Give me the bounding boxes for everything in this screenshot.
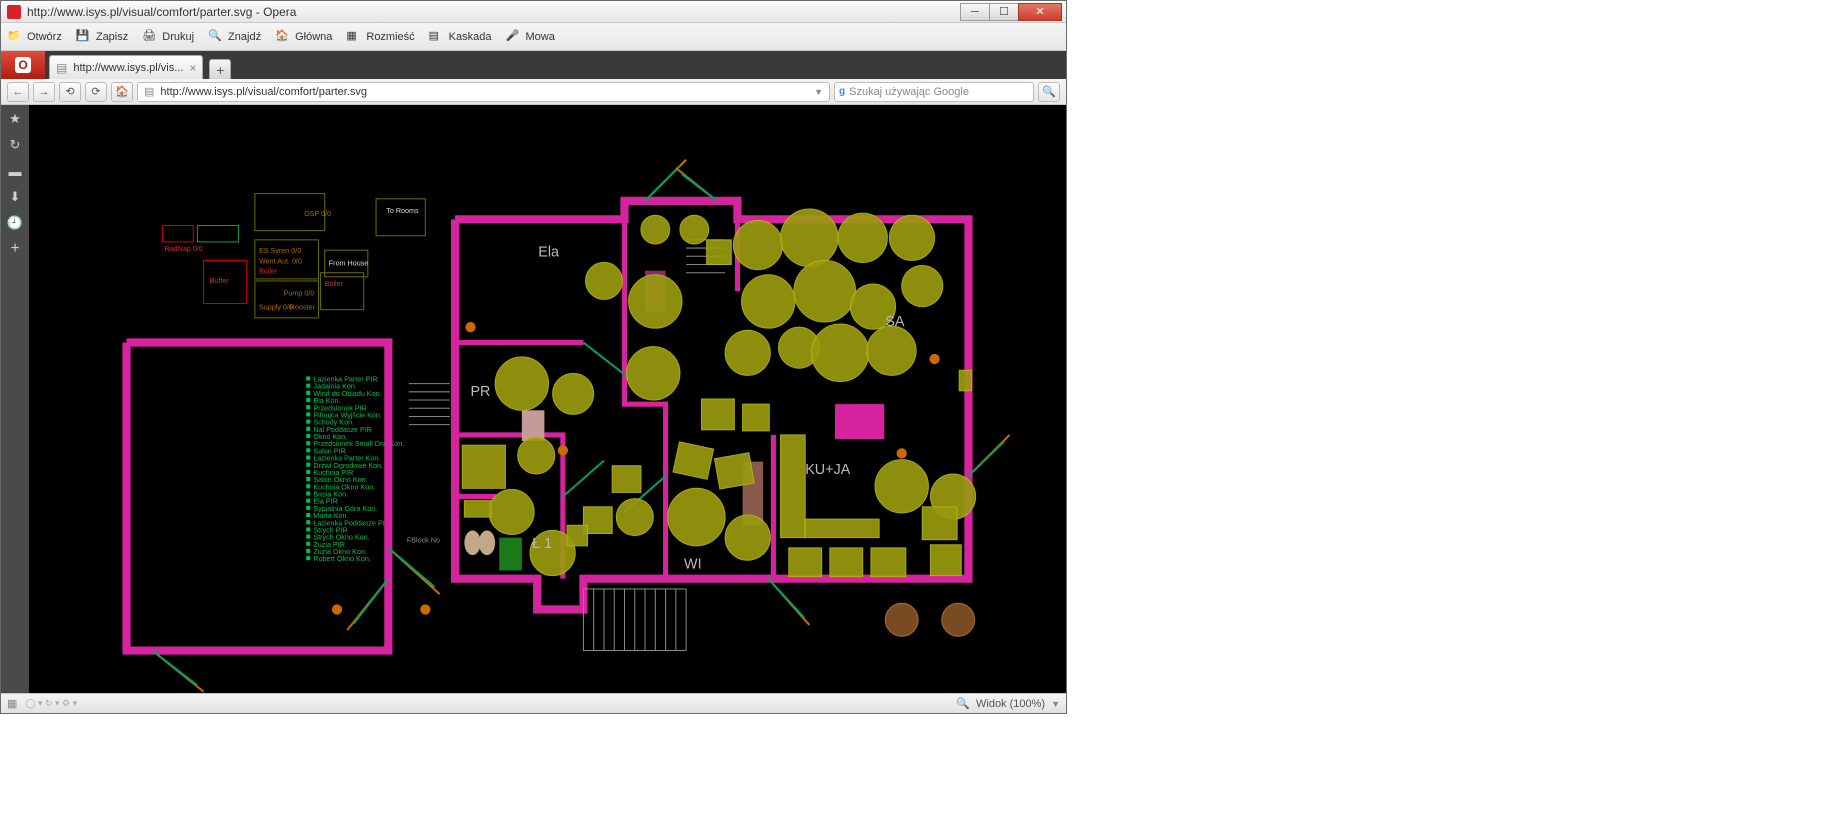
home-nav-button[interactable]: 🏠	[111, 82, 133, 102]
supply-label: Supply 0/0	[259, 304, 293, 312]
url-text: http://www.isys.pl/visual/comfort/parter…	[160, 86, 367, 98]
tile-icon: ▦	[346, 29, 362, 45]
bookmarks-panel-icon[interactable]: ★	[7, 111, 23, 127]
opera-logo-icon: O	[15, 57, 31, 73]
zoom-icon[interactable]: 🔍	[956, 697, 970, 710]
voice-button[interactable]: 🎤 Mowa	[505, 29, 554, 45]
window-maximize-button[interactable]: ☐	[989, 3, 1019, 21]
notes-panel-icon[interactable]: ▬	[7, 163, 23, 179]
main-toolbar: 📁 Otwórz 💾 Zapisz 🖨 Drukuj 🔍 Znajdź 🏠 Gł…	[1, 23, 1066, 51]
tab-title: http://www.isys.pl/vis...	[73, 62, 183, 74]
search-go-button[interactable]: 🔍	[1038, 82, 1060, 102]
home-button[interactable]: 🏠 Główna	[275, 29, 332, 45]
rooster-label: Rooster	[290, 304, 316, 312]
url-dropdown-icon[interactable]: ▼	[814, 87, 823, 97]
room-label-wi: WI	[684, 556, 702, 572]
forward-button[interactable]: →	[33, 82, 55, 102]
find-button[interactable]: 🔍 Znajdź	[208, 29, 261, 45]
downloads-panel-icon[interactable]: ⬇	[7, 189, 23, 205]
print-button[interactable]: 🖨 Drukuj	[142, 29, 194, 45]
add-panel-icon[interactable]: +	[7, 241, 23, 257]
opera-window: http://www.isys.pl/visual/comfort/parter…	[0, 0, 1067, 714]
save-button[interactable]: 💾 Zapisz	[76, 29, 128, 45]
radnap-label: RadNap 0/0	[165, 245, 203, 253]
room-label-l1: Ł 1	[532, 536, 552, 552]
boiler2-label: Boiler	[325, 280, 344, 288]
floor-plan-svg: OSP 0/0 To Rooms From House ES Syren 0/0…	[29, 105, 1066, 693]
search-input[interactable]: g Szukaj używając Google	[834, 82, 1034, 102]
panel-sidebar: ★ ↻ ▬ ⬇ 🕘 +	[1, 105, 29, 693]
zoom-label: Widok (100%)	[976, 698, 1045, 710]
back-button[interactable]: ←	[7, 82, 29, 102]
opera-menu-button[interactable]: O	[1, 51, 45, 79]
to-rooms-label: To Rooms	[386, 207, 419, 215]
open-button[interactable]: 📁 Otwórz	[7, 29, 62, 45]
cascade-button[interactable]: ▤ Kaskada	[429, 29, 492, 45]
room-label-ela: Ela	[538, 244, 559, 260]
window-title: http://www.isys.pl/visual/comfort/parter…	[27, 5, 296, 19]
status-bar: ▦ ◯ ▾ ↻ ▾ ⚙ ▾ 🔍 Widok (100%) ▼	[1, 693, 1066, 713]
room-label-pr: PR	[470, 384, 490, 400]
pump-label: Pump 0/0	[284, 289, 315, 297]
history-panel-icon[interactable]: 🕘	[7, 215, 23, 231]
widgets-panel-icon[interactable]: ↻	[7, 137, 23, 153]
window-minimize-button[interactable]: ─	[960, 3, 990, 21]
zoom-dropdown-icon[interactable]: ▼	[1051, 699, 1060, 709]
new-tab-button[interactable]: +	[209, 59, 231, 79]
window-titlebar: http://www.isys.pl/visual/comfort/parter…	[1, 1, 1066, 23]
went-label: Went Aut. 0/0	[259, 257, 302, 265]
page-icon: ▤	[56, 61, 67, 75]
from-house-label: From House	[329, 260, 368, 268]
panel-toggle-icon[interactable]: ▦	[7, 697, 17, 710]
boiler1-label: Boiler	[259, 268, 278, 276]
room-label-kuja: KU+JA	[805, 462, 851, 478]
magnifier-icon: 🔍	[1042, 85, 1056, 98]
control-panel-group: OSP 0/0 To Rooms From House ES Syren 0/0…	[162, 194, 439, 545]
sync-icons[interactable]: ◯ ▾ ↻ ▾ ⚙ ▾	[25, 698, 77, 709]
es-label: ES Syren 0/0	[259, 247, 301, 255]
google-icon: g	[839, 86, 845, 97]
legend-item: Robert Okno Kon.	[313, 555, 370, 563]
print-icon: 🖨	[142, 29, 158, 45]
window-close-button[interactable]: ✕	[1018, 3, 1062, 21]
page-content[interactable]: OSP 0/0 To Rooms From House ES Syren 0/0…	[29, 105, 1066, 693]
home-icon: 🏠	[275, 29, 291, 45]
folder-icon: 📁	[7, 29, 23, 45]
rewind-button[interactable]: ⟲	[59, 82, 81, 102]
cascade-icon: ▤	[429, 29, 445, 45]
tab-bar: O ▤ http://www.isys.pl/vis... × +	[1, 51, 1066, 79]
tab-active[interactable]: ▤ http://www.isys.pl/vis... ×	[49, 55, 203, 79]
reload-button[interactable]: ⟳	[85, 82, 107, 102]
tab-close-icon[interactable]: ×	[189, 61, 196, 75]
save-icon: 💾	[76, 29, 92, 45]
room-label-sa: SA	[885, 314, 905, 330]
mic-icon: 🎤	[505, 29, 521, 45]
search-icon: 🔍	[208, 29, 224, 45]
opera-app-icon	[7, 5, 21, 19]
buffer-label: Buffer	[210, 277, 230, 285]
osp-label: OSP 0/0	[304, 210, 331, 218]
tile-button[interactable]: ▦ Rozmieść	[346, 29, 414, 45]
address-bar: ← → ⟲ ⟳ 🏠 ▤ http://www.isys.pl/visual/co…	[1, 79, 1066, 105]
page-type-icon: ▤	[144, 85, 154, 98]
search-placeholder: Szukaj używając Google	[849, 86, 969, 98]
url-input[interactable]: ▤ http://www.isys.pl/visual/comfort/part…	[137, 82, 830, 102]
fblock-label: FBlock No	[407, 537, 440, 545]
